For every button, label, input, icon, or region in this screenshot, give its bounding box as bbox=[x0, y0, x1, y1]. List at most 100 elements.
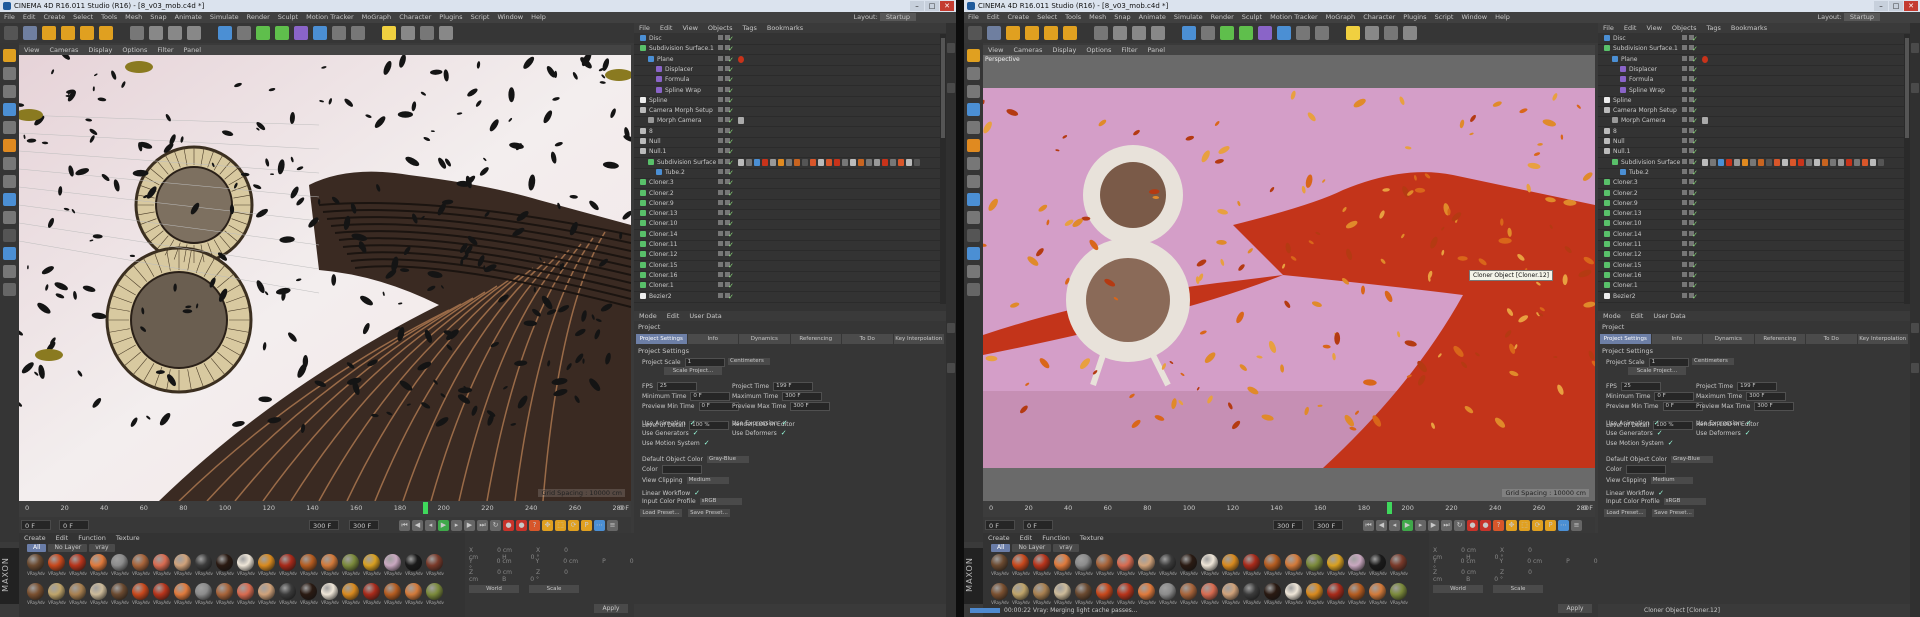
material-swatch[interactable]: VRayAdv bbox=[1180, 583, 1198, 605]
object-row[interactable]: Bezier2 ✓ bbox=[1598, 292, 1910, 303]
timeline-tick-120[interactable]: 120 bbox=[263, 504, 275, 512]
timeline-tick-40[interactable]: 40 bbox=[1064, 504, 1072, 512]
check-use-generators-value[interactable]: ✓ bbox=[693, 429, 699, 437]
live-select-icon[interactable] bbox=[23, 26, 37, 40]
side-panel-tab[interactable] bbox=[1911, 83, 1919, 93]
texture-tag-icon[interactable] bbox=[1734, 158, 1740, 166]
texture-tag-icon[interactable] bbox=[1718, 158, 1724, 166]
material-swatch[interactable]: VRayAdv bbox=[1285, 554, 1303, 576]
frame-field-3[interactable]: 300 F bbox=[1313, 520, 1343, 530]
texture-tag-icon[interactable] bbox=[898, 158, 904, 166]
material-swatch[interactable]: VRayAdv bbox=[132, 583, 150, 605]
enable-check-icon[interactable]: ✓ bbox=[728, 168, 734, 178]
record-button[interactable]: ● bbox=[503, 520, 514, 531]
lock-icon[interactable] bbox=[967, 211, 980, 224]
material-swatch[interactable]: VRayAdv bbox=[1390, 583, 1408, 605]
keyframe-selection-button[interactable]: ? bbox=[1493, 520, 1504, 531]
texture-tag-icon[interactable] bbox=[1838, 158, 1844, 166]
array-icon[interactable] bbox=[1277, 26, 1291, 40]
check-use-expression-value[interactable]: ✓ bbox=[1746, 419, 1752, 427]
side-panel-tab[interactable] bbox=[947, 43, 955, 53]
enable-check-icon[interactable]: ✓ bbox=[1692, 65, 1698, 75]
maximize-button[interactable]: □ bbox=[925, 1, 939, 11]
attribute-menu-mode[interactable]: Mode bbox=[634, 311, 662, 321]
material-tag-icon[interactable] bbox=[738, 55, 744, 63]
axis-z-icon[interactable] bbox=[168, 26, 182, 40]
texture-tag-icon[interactable] bbox=[754, 158, 760, 166]
viewport-menu-item-options[interactable]: Options bbox=[1081, 45, 1116, 55]
material-swatch[interactable]: VRayAdv bbox=[1138, 583, 1156, 605]
texture-tag-icon[interactable] bbox=[1806, 158, 1812, 166]
texture-tag-icon[interactable] bbox=[1758, 158, 1764, 166]
next-key-button[interactable]: ▶ bbox=[464, 520, 475, 531]
tab-dynamics[interactable]: Dynamics bbox=[1703, 334, 1754, 344]
previous-key-button[interactable]: ◀ bbox=[412, 520, 423, 531]
material-swatch[interactable]: VRayAdv bbox=[426, 554, 444, 576]
scale-key-button[interactable]: ⬚ bbox=[1519, 520, 1530, 531]
object-manager-menu-item-file[interactable]: File bbox=[634, 23, 655, 33]
material-swatch[interactable]: VRayAdv bbox=[237, 554, 255, 576]
texture-tag-icon[interactable] bbox=[786, 158, 792, 166]
material-swatch[interactable]: VRayAdv bbox=[1327, 583, 1345, 605]
field-preview-max-time-value[interactable]: 300 F bbox=[790, 402, 831, 411]
go-to-end-button[interactable]: ⏭ bbox=[1441, 520, 1452, 531]
enable-check-icon[interactable]: ✓ bbox=[728, 271, 734, 281]
material-swatch[interactable]: VRayAdv bbox=[1327, 554, 1345, 576]
material-swatch[interactable]: VRayAdv bbox=[48, 554, 66, 576]
menu-item-character[interactable]: Character bbox=[395, 12, 435, 23]
menu-item-select[interactable]: Select bbox=[69, 12, 97, 23]
enable-check-icon[interactable]: ✓ bbox=[1692, 96, 1698, 106]
timeline-tick-220[interactable]: 220 bbox=[481, 504, 493, 512]
material-swatch[interactable]: VRayAdv bbox=[153, 583, 171, 605]
axis-x-icon[interactable] bbox=[1094, 26, 1108, 40]
material-swatch[interactable]: VRayAdv bbox=[27, 583, 45, 605]
tab-info[interactable]: Info bbox=[1651, 334, 1702, 344]
go-to-end-button[interactable]: ⏭ bbox=[477, 520, 488, 531]
material-swatch[interactable]: VRayAdv bbox=[321, 554, 339, 576]
axis-y-icon[interactable] bbox=[149, 26, 163, 40]
timeline-tick-80[interactable]: 80 bbox=[1143, 504, 1151, 512]
scale-icon[interactable] bbox=[61, 26, 75, 40]
material-swatch[interactable]: VRayAdv bbox=[405, 554, 423, 576]
object-manager-menu-item-bookmarks[interactable]: Bookmarks bbox=[762, 23, 808, 33]
material-swatch[interactable]: VRayAdv bbox=[153, 554, 171, 576]
material-swatch[interactable]: VRayAdv bbox=[69, 583, 87, 605]
timeline-tick-60[interactable]: 60 bbox=[1104, 504, 1112, 512]
texture-tag-icon[interactable] bbox=[818, 158, 824, 166]
texture-tag-icon[interactable] bbox=[1750, 158, 1756, 166]
object-manager-menu-item-objects[interactable]: Objects bbox=[703, 23, 738, 33]
project-scale-field-value[interactable]: 1 bbox=[684, 358, 725, 367]
frame-field-2[interactable]: 300 F bbox=[309, 520, 339, 530]
timeline-tick-240[interactable]: 240 bbox=[525, 504, 537, 512]
enable-check-icon[interactable]: ✓ bbox=[1692, 250, 1698, 260]
material-swatch[interactable]: VRayAdv bbox=[1117, 554, 1135, 576]
texture-tag-icon[interactable] bbox=[810, 158, 816, 166]
timeline-tick-100[interactable]: 100 bbox=[1183, 504, 1195, 512]
close-button[interactable]: ✕ bbox=[940, 1, 954, 11]
save-preset-button[interactable]: Save Preset... bbox=[1652, 509, 1694, 517]
next-key-button[interactable]: ▶ bbox=[1428, 520, 1439, 531]
material-swatch[interactable]: VRayAdv bbox=[991, 583, 1009, 605]
material-swatch[interactable]: VRayAdv bbox=[1033, 554, 1051, 576]
texture-tag-icon[interactable] bbox=[842, 158, 848, 166]
load-preset-button[interactable]: Load Preset... bbox=[1604, 509, 1646, 517]
minimize-button[interactable]: – bbox=[910, 1, 924, 11]
texture-mode-icon[interactable] bbox=[3, 85, 16, 98]
cube-icon[interactable] bbox=[275, 26, 289, 40]
magnet-icon[interactable] bbox=[967, 247, 980, 260]
timeline-playhead[interactable] bbox=[422, 502, 428, 514]
undo-icon[interactable] bbox=[4, 26, 18, 40]
lock-icon[interactable] bbox=[3, 211, 16, 224]
cube-icon[interactable] bbox=[1239, 26, 1253, 40]
layout-value[interactable]: Startup bbox=[879, 13, 916, 21]
attribute-menu-user-data[interactable]: User Data bbox=[684, 311, 726, 321]
check-use-deformers-value[interactable]: ✓ bbox=[1745, 429, 1751, 437]
enable-check-icon[interactable]: ✓ bbox=[728, 147, 734, 157]
enable-check-icon[interactable]: ✓ bbox=[728, 230, 734, 240]
menu-item-select[interactable]: Select bbox=[1033, 12, 1061, 23]
menu-item-motion-tracker[interactable]: Motion Tracker bbox=[1266, 12, 1322, 23]
viewport-menu-item-display[interactable]: Display bbox=[83, 45, 117, 55]
snap-icon[interactable] bbox=[3, 193, 16, 206]
frame-field-1[interactable]: 0 F bbox=[59, 520, 89, 530]
menu-item-mesh[interactable]: Mesh bbox=[121, 12, 146, 23]
